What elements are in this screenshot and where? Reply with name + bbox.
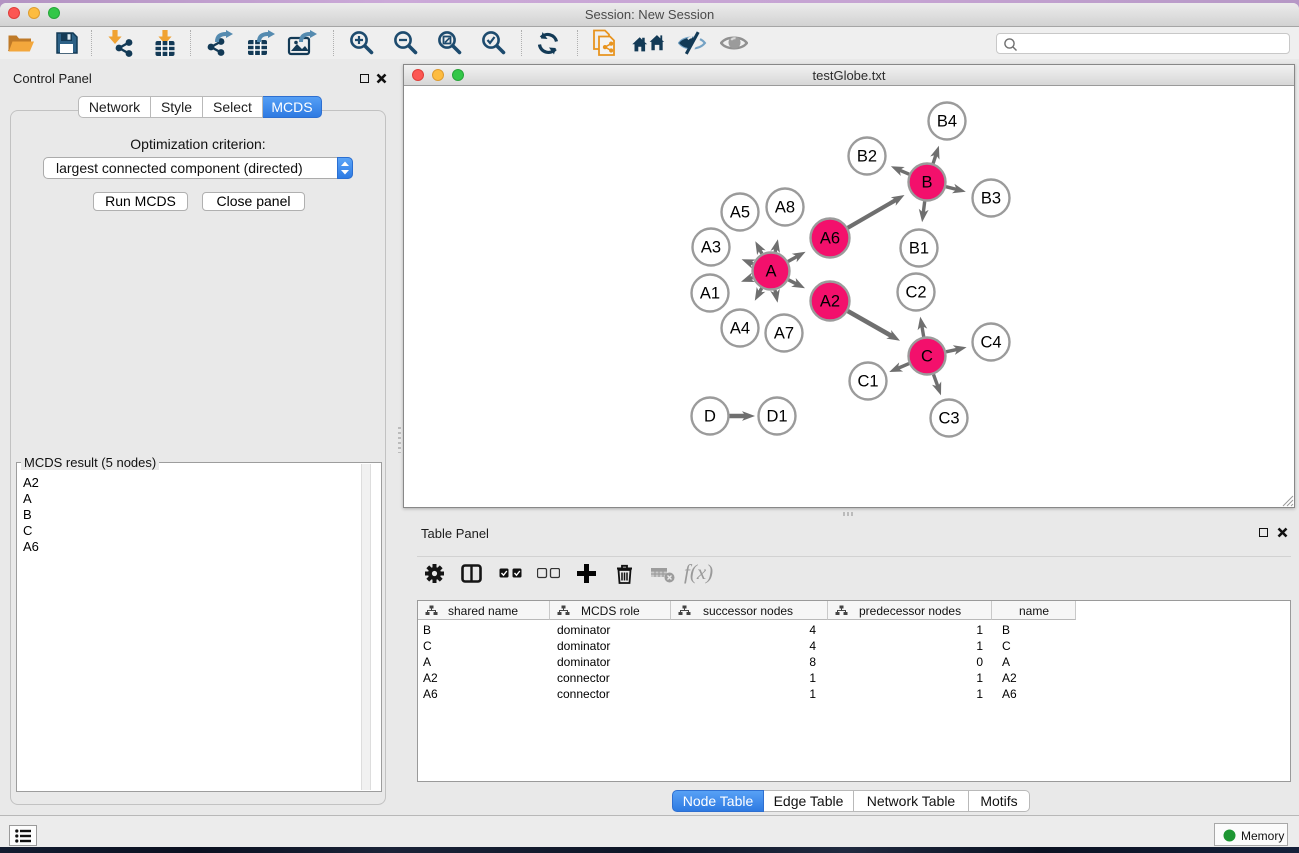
svg-text:C2: C2 xyxy=(905,284,926,302)
svg-text:A8: A8 xyxy=(775,199,795,217)
svg-text:B3: B3 xyxy=(981,190,1001,208)
svg-text:B2: B2 xyxy=(857,148,877,166)
svg-text:A5: A5 xyxy=(730,204,750,222)
svg-text:A2: A2 xyxy=(820,293,840,311)
svg-text:A3: A3 xyxy=(701,239,721,257)
svg-text:A4: A4 xyxy=(730,320,750,338)
svg-text:C3: C3 xyxy=(938,410,959,428)
svg-text:B4: B4 xyxy=(937,113,957,131)
svg-text:A6: A6 xyxy=(820,230,840,248)
svg-text:B: B xyxy=(921,174,932,192)
svg-text:C: C xyxy=(921,348,933,366)
svg-text:A1: A1 xyxy=(700,285,720,303)
svg-text:C1: C1 xyxy=(857,373,878,391)
svg-text:C4: C4 xyxy=(980,334,1001,352)
svg-text:D1: D1 xyxy=(766,408,787,426)
svg-text:B1: B1 xyxy=(909,240,929,258)
svg-text:D: D xyxy=(704,408,716,426)
svg-text:A: A xyxy=(765,263,776,281)
svg-text:A7: A7 xyxy=(774,325,794,343)
